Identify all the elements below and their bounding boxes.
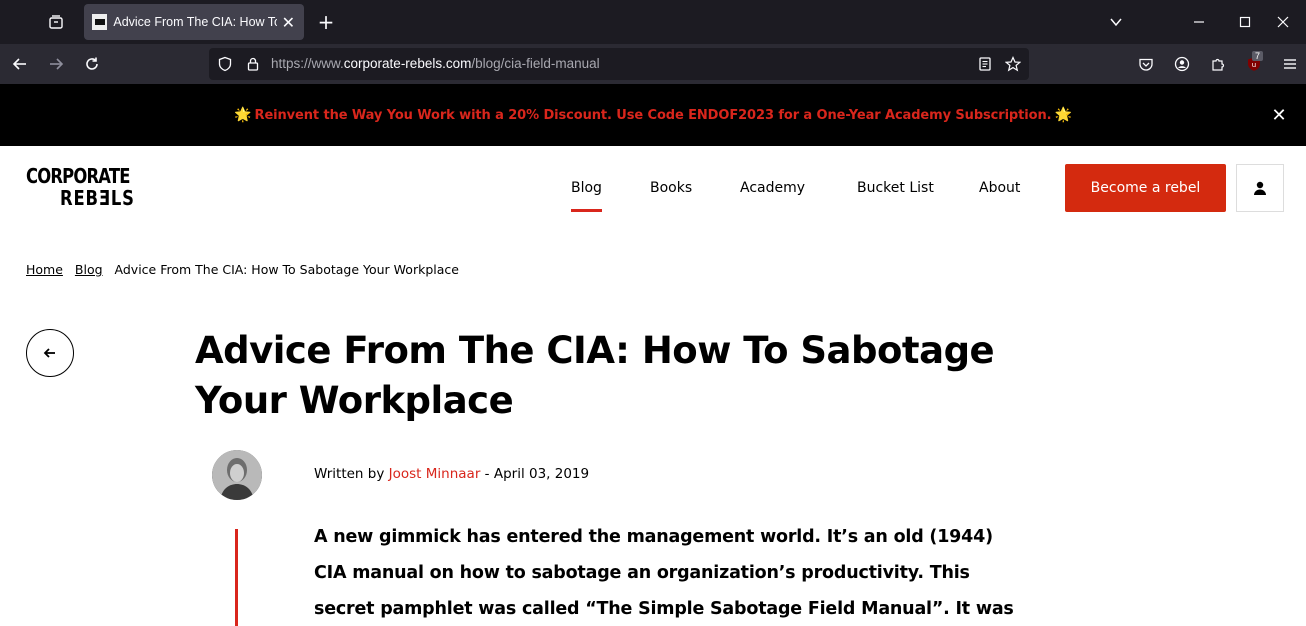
arrow-left-icon	[43, 348, 55, 358]
author-avatar[interactable]	[212, 450, 262, 500]
back-button[interactable]	[26, 329, 74, 377]
nav-academy[interactable]: Academy	[740, 166, 805, 210]
star-emoji-icon: 🌟	[234, 107, 252, 123]
nav-bucket-list[interactable]: Bucket List	[857, 166, 934, 210]
new-tab-icon[interactable]: +	[312, 8, 340, 36]
url-host: corporate-rebels.com	[343, 56, 472, 71]
reload-icon[interactable]	[76, 48, 108, 80]
svg-text:u: u	[1252, 61, 1256, 69]
extensions-icon[interactable]	[1204, 50, 1232, 78]
chevron-down-icon[interactable]	[1100, 8, 1132, 36]
reader-view-icon[interactable]	[975, 54, 995, 74]
byline-prefix: Written by	[314, 466, 389, 482]
breadcrumb-blog[interactable]: Blog	[75, 262, 103, 277]
logo-line-2: REBƎLS	[60, 186, 135, 210]
user-icon	[1254, 181, 1266, 195]
article-date: April 03, 2019	[493, 466, 590, 482]
url-text: https://www.corporate-rebels.com/blog/ci…	[271, 48, 600, 80]
intro-accent-bar	[235, 529, 238, 626]
back-arrow-icon[interactable]	[4, 48, 36, 80]
tab-title: Advice From The CIA: How To Sabotage You…	[113, 15, 276, 29]
breadcrumb-current: Advice From The CIA: How To Sabotage You…	[114, 262, 459, 277]
close-window-icon[interactable]	[1260, 0, 1306, 44]
minimize-icon[interactable]	[1176, 0, 1222, 44]
logo-line-1: CORPORATE	[26, 164, 130, 188]
site-logo[interactable]: CORPORATE REBƎLS	[26, 165, 136, 213]
become-a-rebel-button[interactable]: Become a rebel	[1065, 164, 1226, 212]
breadcrumb: Home Blog Advice From The CIA: How To Sa…	[26, 262, 459, 277]
shield-icon[interactable]	[215, 54, 235, 74]
tab-active[interactable]: Advice From The CIA: How To Sabotage You…	[84, 4, 304, 40]
extension-count-badge: 7	[1252, 51, 1264, 61]
browser-tab-bar: Advice From The CIA: How To Sabotage You…	[0, 0, 1306, 44]
close-banner-icon[interactable]: ✕	[1268, 104, 1290, 126]
author-photo	[212, 450, 262, 500]
hamburger-menu-icon[interactable]	[1276, 50, 1304, 78]
account-icon[interactable]	[1168, 50, 1196, 78]
account-button[interactable]	[1236, 164, 1284, 212]
promo-text[interactable]: Reinvent the Way You Work with a 20% Dis…	[255, 108, 1052, 123]
pocket-icon[interactable]	[1132, 50, 1160, 78]
breadcrumb-home[interactable]: Home	[26, 262, 63, 277]
url-path: /blog/cia-field-manual	[471, 56, 600, 71]
author-link[interactable]: Joost Minnaar	[389, 466, 481, 482]
forward-arrow-icon[interactable]	[40, 48, 72, 80]
close-tab-icon[interactable]: ✕	[281, 13, 296, 32]
url-bar[interactable]: https://www.corporate-rebels.com/blog/ci…	[209, 48, 1029, 80]
site-favicon-icon	[92, 14, 108, 30]
firefox-view-icon[interactable]	[40, 8, 72, 36]
star-emoji-icon: 🌟	[1054, 107, 1072, 123]
nav-books[interactable]: Books	[650, 166, 692, 210]
article-title: Advice From The CIA: How To Sabotage You…	[195, 329, 995, 422]
lock-icon[interactable]	[243, 54, 263, 74]
bookmark-star-icon[interactable]	[1003, 54, 1023, 74]
byline: Written by Joost Minnaar - April 03, 201…	[314, 466, 589, 482]
nav-blog[interactable]: Blog	[571, 166, 602, 212]
url-prefix: https://www.	[271, 56, 344, 71]
byline-separator: -	[480, 466, 494, 482]
article-intro: A new gimmick has entered the management…	[314, 527, 1014, 619]
browser-nav-bar: https://www.corporate-rebels.com/blog/ci…	[0, 44, 1306, 84]
promo-banner: 🌟 Reinvent the Way You Work with a 20% D…	[0, 84, 1306, 146]
nav-about[interactable]: About	[979, 166, 1020, 210]
